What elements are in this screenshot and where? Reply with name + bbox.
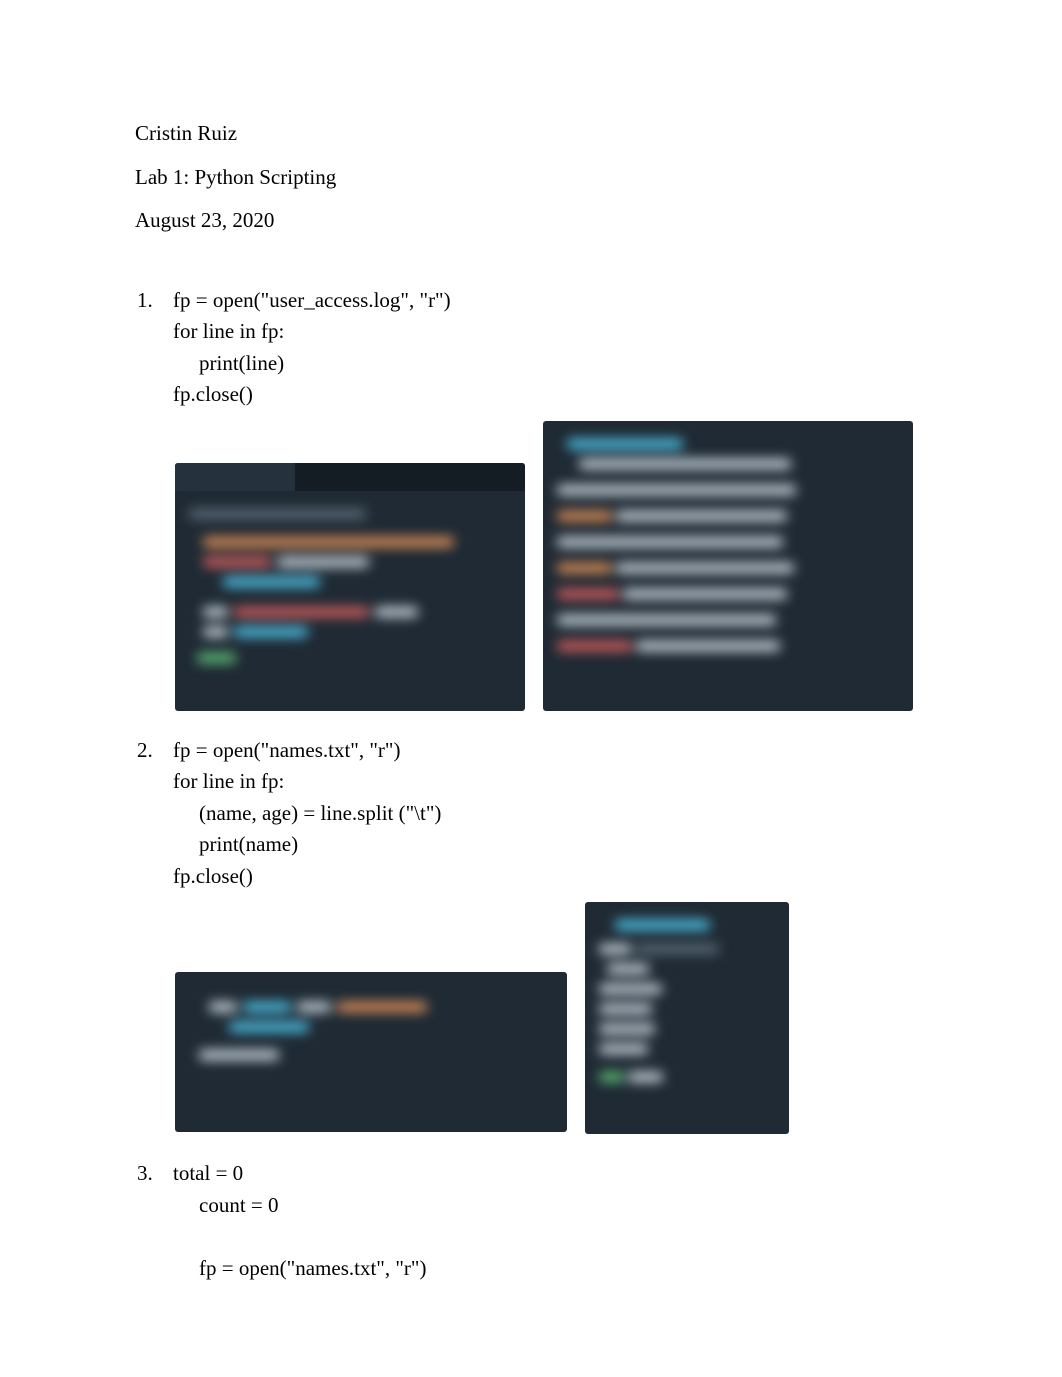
item-number: 3. (135, 1158, 173, 1190)
code-line: fp = open("names.txt", "r") (173, 735, 927, 767)
code-line: fp = open("names.txt", "r") (173, 1253, 927, 1285)
terminal-output-screenshot (543, 421, 913, 711)
code-line: total = 0 (173, 1158, 927, 1190)
code-line: fp = open("user_access.log", "r") (173, 285, 927, 317)
item-number: 2. (135, 735, 173, 767)
item-body: total = 0 count = 0 fp = open("names.txt… (173, 1158, 927, 1284)
item-number: 1. (135, 285, 173, 317)
document-date: August 23, 2020 (135, 205, 927, 237)
list-item-3: 3. total = 0 count = 0 fp = open("names.… (135, 1158, 927, 1284)
code-line: for line in fp: (173, 316, 927, 348)
document-title: Lab 1: Python Scripting (135, 162, 927, 194)
code-line: print(name) (173, 829, 927, 861)
code-line: for line in fp: (173, 766, 927, 798)
code-editor-screenshot (175, 463, 525, 711)
code-line: fp.close() (173, 379, 927, 411)
list-item-1: 1. fp = open("user_access.log", "r") for… (135, 285, 927, 411)
code-line: print(line) (173, 348, 927, 380)
code-line: fp.close() (173, 861, 927, 893)
editor-tab-bar (175, 463, 525, 491)
code-editor-screenshot (175, 972, 567, 1132)
active-tab (175, 463, 295, 491)
code-line (173, 1221, 927, 1253)
item-body: fp = open("user_access.log", "r") for li… (173, 285, 927, 411)
code-line: count = 0 (173, 1190, 927, 1222)
code-line: (name, age) = line.split ("\t") (173, 798, 927, 830)
screenshot-row-1 (175, 421, 927, 711)
list-item-2: 2. fp = open("names.txt", "r") for line … (135, 735, 927, 893)
terminal-output-screenshot (585, 902, 789, 1134)
author-name: Cristin Ruiz (135, 118, 927, 150)
screenshot-row-2 (175, 902, 927, 1134)
item-body: fp = open("names.txt", "r") for line in … (173, 735, 927, 893)
